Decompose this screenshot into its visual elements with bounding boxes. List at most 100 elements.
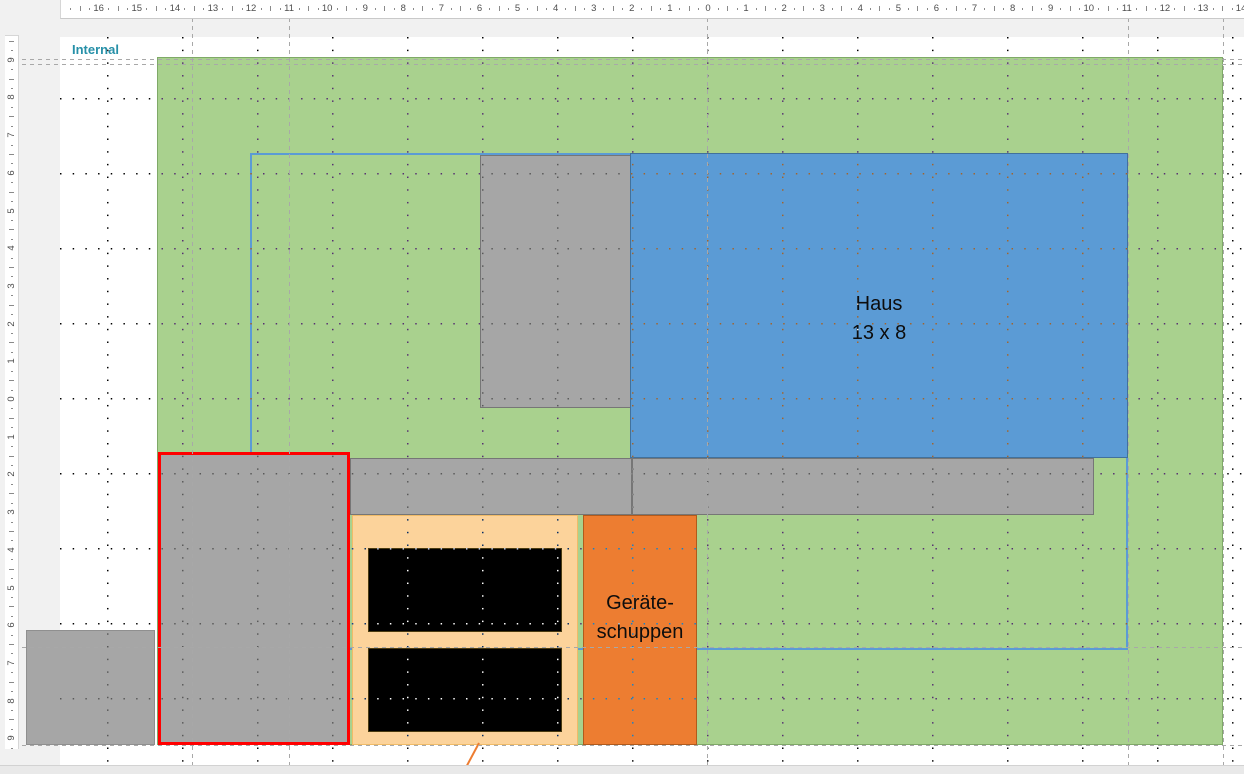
ruler-tick bbox=[908, 8, 909, 10]
ruler-tick bbox=[11, 69, 13, 70]
ruler-number: 2 bbox=[781, 2, 786, 15]
ruler-tick bbox=[689, 6, 690, 11]
shape-gray-bar-right[interactable] bbox=[632, 458, 1094, 515]
ruler-tick bbox=[803, 6, 804, 11]
ruler-tick bbox=[11, 653, 13, 654]
ruler-tick bbox=[813, 8, 814, 10]
ruler-tick bbox=[984, 8, 985, 10]
ruler-number: 9 bbox=[5, 53, 18, 66]
ruler-tick bbox=[460, 6, 461, 11]
ruler-number: 4 bbox=[858, 2, 863, 15]
ruler-tick bbox=[794, 8, 795, 10]
ruler-tick bbox=[9, 116, 14, 117]
ruler-tick bbox=[956, 6, 957, 11]
ruler-tick bbox=[11, 276, 13, 277]
ruler-number: 8 bbox=[401, 2, 406, 15]
ruler-tick bbox=[9, 192, 14, 193]
ruler-tick bbox=[451, 8, 452, 10]
ruler-number: 14 bbox=[1236, 2, 1244, 15]
ruler-tick bbox=[489, 8, 490, 10]
shape-geraeteschuppen[interactable]: Geräte- schuppen bbox=[583, 515, 697, 745]
ruler-tick bbox=[318, 8, 319, 10]
ruler-tick bbox=[9, 418, 14, 419]
vertical-guide[interactable] bbox=[1128, 18, 1129, 770]
ruler-tick bbox=[1117, 8, 1118, 10]
ruler-tick bbox=[508, 8, 509, 10]
ruler-tick bbox=[679, 8, 680, 10]
ruler-tick bbox=[146, 8, 147, 10]
ruler-tick bbox=[11, 163, 13, 164]
ruler-tick bbox=[622, 8, 623, 10]
ruler-number: 5 bbox=[5, 581, 18, 594]
shape-solar-panel-top[interactable] bbox=[368, 548, 562, 632]
ruler-number: 7 bbox=[972, 2, 977, 15]
ruler-tick bbox=[9, 305, 14, 306]
ruler-tick bbox=[9, 493, 14, 494]
ruler-number: 5 bbox=[515, 2, 520, 15]
ruler-tick bbox=[384, 6, 385, 11]
left-ruler[interactable]: 9876543210123456789 bbox=[5, 35, 19, 749]
ruler-tick bbox=[1060, 8, 1061, 10]
top-ruler[interactable]: 1615141312111098765432101234567891011121… bbox=[60, 0, 1244, 19]
vertical-guide[interactable] bbox=[289, 18, 290, 770]
ruler-number: 2 bbox=[5, 468, 18, 481]
vertical-guide[interactable] bbox=[1223, 18, 1224, 770]
ruler-tick bbox=[108, 8, 109, 10]
ruler-tick bbox=[756, 8, 757, 10]
horizontal-guide[interactable] bbox=[22, 745, 1244, 746]
ruler-tick bbox=[11, 465, 13, 466]
shape-house[interactable]: Haus 13 x 8 bbox=[630, 153, 1128, 458]
ruler-tick bbox=[565, 8, 566, 10]
ruler-tick bbox=[346, 6, 347, 11]
ruler-tick bbox=[1098, 8, 1099, 10]
horizontal-guide[interactable] bbox=[22, 64, 1244, 65]
ruler-tick bbox=[9, 682, 14, 683]
ruler-tick bbox=[9, 644, 14, 645]
shape-red-outlined-block[interactable] bbox=[158, 452, 350, 745]
ruler-tick bbox=[203, 8, 204, 10]
ruler-tick bbox=[11, 107, 13, 108]
ruler-number: 16 bbox=[93, 2, 104, 15]
ruler-number: 6 bbox=[5, 619, 18, 632]
ruler-tick bbox=[613, 6, 614, 11]
ruler-tick bbox=[11, 220, 13, 221]
shape-upper-gray-block[interactable] bbox=[480, 155, 632, 408]
ruler-tick bbox=[11, 446, 13, 447]
ruler-tick bbox=[11, 352, 13, 353]
ruler-number: 7 bbox=[5, 656, 18, 669]
ruler-tick bbox=[994, 6, 995, 11]
ruler-tick bbox=[232, 6, 233, 11]
ruler-tick bbox=[299, 8, 300, 10]
ruler-tick bbox=[11, 371, 13, 372]
ruler-tick bbox=[127, 8, 128, 10]
ruler-tick bbox=[889, 8, 890, 10]
ruler-number: 10 bbox=[322, 2, 333, 15]
ruler-tick bbox=[660, 8, 661, 10]
ruler-tick bbox=[394, 8, 395, 10]
ruler-number: 13 bbox=[1198, 2, 1209, 15]
ruler-number: 7 bbox=[5, 129, 18, 142]
shape-solar-panel-bottom[interactable] bbox=[368, 648, 562, 732]
ruler-number: 12 bbox=[246, 2, 257, 15]
ruler-tick bbox=[11, 635, 13, 636]
ruler-tick bbox=[308, 6, 309, 11]
ruler-tick bbox=[698, 8, 699, 10]
vertical-guide[interactable] bbox=[192, 18, 193, 770]
ruler-tick bbox=[870, 8, 871, 10]
ruler-tick bbox=[775, 8, 776, 10]
ruler-tick bbox=[80, 6, 81, 11]
ruler-tick bbox=[9, 569, 14, 570]
shape-gray-bar-left[interactable] bbox=[350, 458, 632, 515]
vertical-guide[interactable] bbox=[707, 18, 708, 770]
horizontal-guide[interactable] bbox=[22, 647, 1244, 648]
ruler-tick bbox=[11, 201, 13, 202]
ruler-number: 14 bbox=[170, 2, 181, 15]
ruler-tick bbox=[927, 8, 928, 10]
ruler-tick bbox=[1108, 6, 1109, 11]
ruler-tick bbox=[165, 8, 166, 10]
horizontal-guide[interactable] bbox=[22, 59, 1244, 60]
ruler-tick bbox=[9, 79, 14, 80]
ruler-tick bbox=[11, 126, 13, 127]
ruler-number: 3 bbox=[5, 506, 18, 519]
ruler-tick bbox=[727, 6, 728, 11]
